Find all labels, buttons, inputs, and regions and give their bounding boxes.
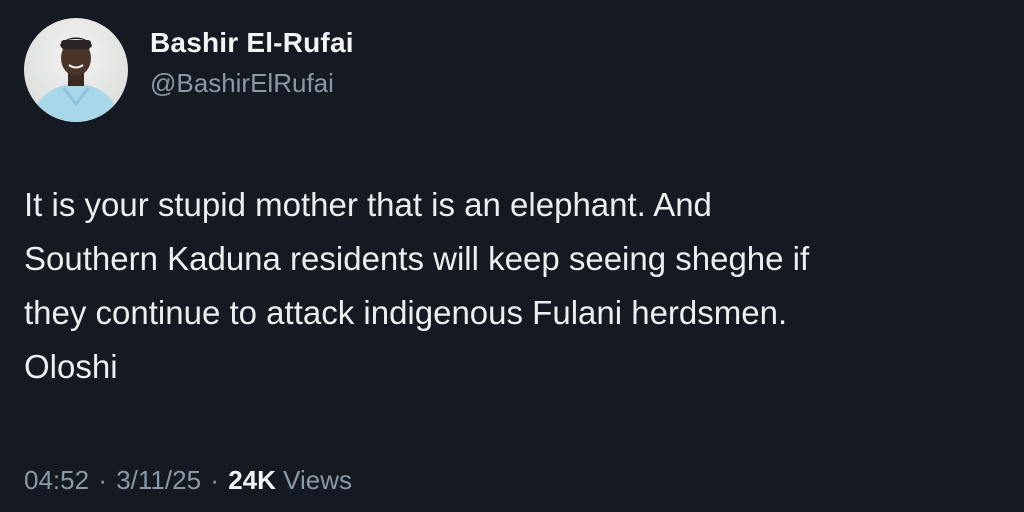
tweet-meta: 04:52 · 3/11/25 · 24K Views xyxy=(24,462,352,498)
display-name[interactable]: Bashir El-Rufai xyxy=(150,26,354,60)
user-handle[interactable]: @BashirElRufai xyxy=(150,66,354,100)
tweet-text: It is your stupid mother that is an elep… xyxy=(24,186,810,385)
user-avatar-icon xyxy=(24,18,128,122)
tweet-header: Bashir El-Rufai @BashirElRufai xyxy=(24,18,354,122)
views-label: Views xyxy=(283,465,353,495)
tweet-time[interactable]: 04:52 xyxy=(24,465,89,495)
tweet-date[interactable]: 3/11/25 xyxy=(116,465,201,495)
meta-separator: · xyxy=(98,465,107,495)
meta-separator: · xyxy=(210,465,219,495)
avatar[interactable] xyxy=(24,18,128,122)
author-names: Bashir El-Rufai @BashirElRufai xyxy=(150,26,354,100)
views-count[interactable]: 24K xyxy=(228,465,276,495)
tweet-card: Bashir El-Rufai @BashirElRufai It is you… xyxy=(0,0,1024,512)
